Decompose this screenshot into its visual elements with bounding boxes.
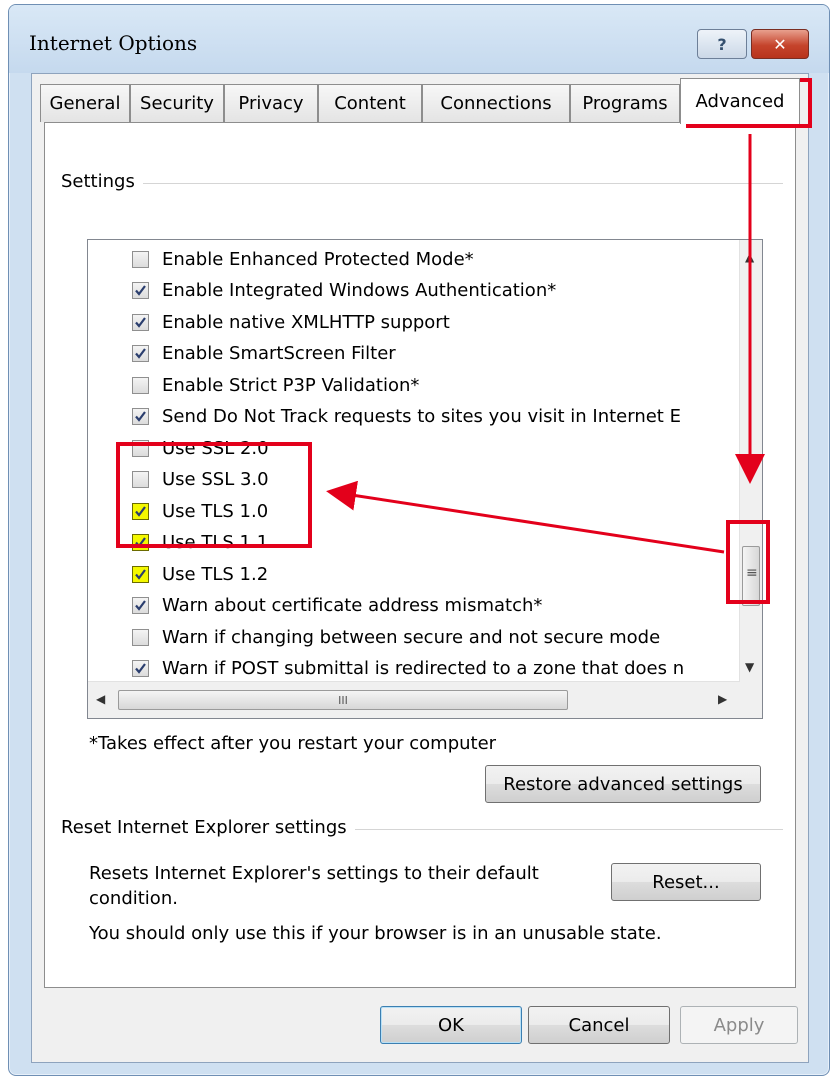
annotation-arrows [326, 134, 765, 554]
left-arrow-icon [326, 480, 725, 554]
tab-advanced[interactable]: Advanced [680, 78, 800, 124]
